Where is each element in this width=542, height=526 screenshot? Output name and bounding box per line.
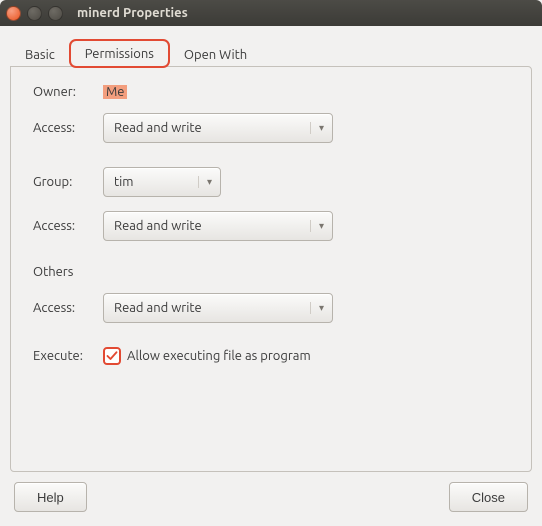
owner-access-label: Access: <box>33 121 103 135</box>
tab-permissions[interactable]: Permissions <box>70 40 169 67</box>
tab-basic[interactable]: Basic <box>10 41 70 67</box>
group-label: Group: <box>33 175 103 189</box>
tab-bar: Basic Permissions Open With <box>10 36 532 66</box>
tab-openwith[interactable]: Open With <box>169 41 262 67</box>
execute-checkbox[interactable] <box>103 347 121 365</box>
titlebar: minerd Properties <box>0 0 542 26</box>
chevron-down-icon: ▾ <box>310 220 324 232</box>
execute-label: Execute: <box>33 349 103 363</box>
chevron-down-icon: ▾ <box>198 176 212 188</box>
group-access-label: Access: <box>33 219 103 233</box>
others-access-label: Access: <box>33 301 103 315</box>
others-label: Others <box>33 265 103 279</box>
window-title: minerd Properties <box>77 6 188 20</box>
permissions-pane: Owner: Me Access: Read and write ▾ Group… <box>10 66 532 472</box>
others-access-value: Read and write <box>114 301 202 315</box>
group-access-value: Read and write <box>114 219 202 233</box>
others-access-combo[interactable]: Read and write ▾ <box>103 293 333 323</box>
close-button[interactable]: Close <box>449 482 528 512</box>
owner-value: Me <box>103 85 127 99</box>
help-button[interactable]: Help <box>14 482 87 512</box>
chevron-down-icon: ▾ <box>310 302 324 314</box>
group-combo[interactable]: tim ▾ <box>103 167 221 197</box>
group-access-combo[interactable]: Read and write ▾ <box>103 211 333 241</box>
close-icon[interactable] <box>6 6 21 21</box>
minimize-icon[interactable] <box>27 6 42 21</box>
owner-label: Owner: <box>33 85 103 99</box>
checkmark-icon <box>106 350 118 362</box>
chevron-down-icon: ▾ <box>310 122 324 134</box>
dialog-footer: Help Close <box>10 472 532 516</box>
execute-text: Allow executing file as program <box>127 349 311 363</box>
maximize-icon[interactable] <box>48 6 63 21</box>
owner-access-combo[interactable]: Read and write ▾ <box>103 113 333 143</box>
group-value: tim <box>114 175 134 189</box>
owner-access-value: Read and write <box>114 121 202 135</box>
